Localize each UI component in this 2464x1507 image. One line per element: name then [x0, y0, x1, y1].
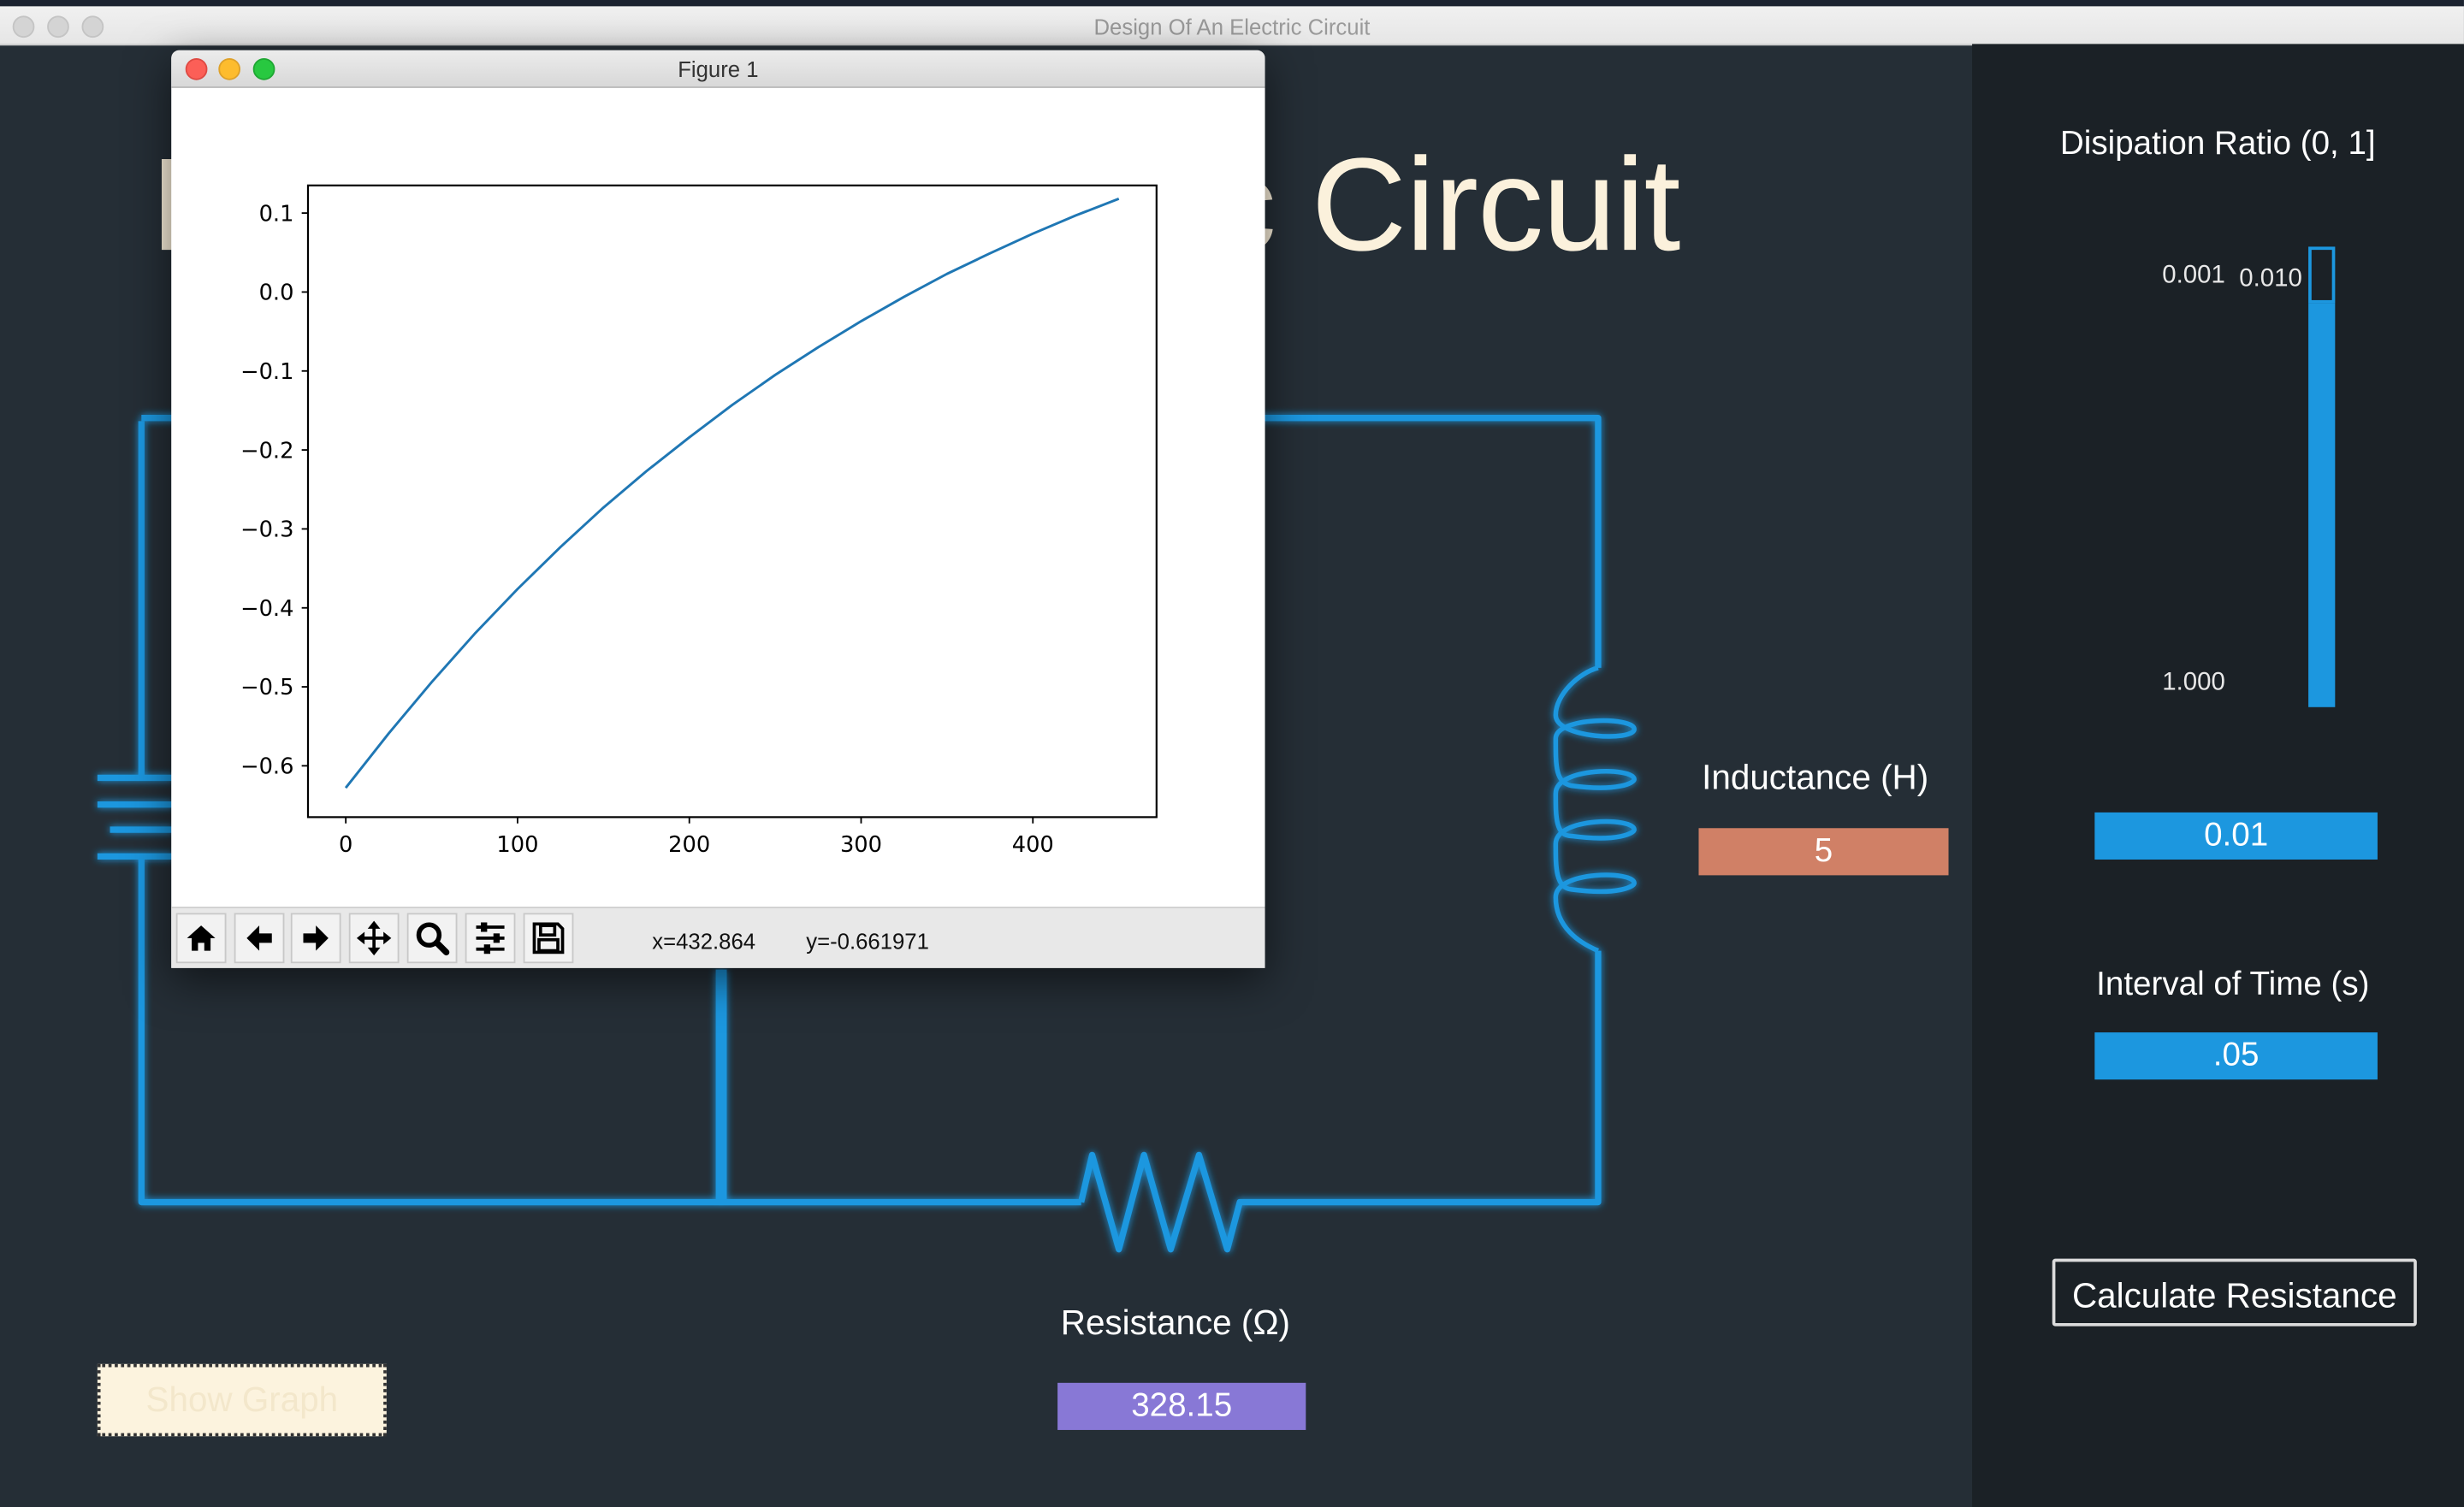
dissipation-ratio-label: Disipation Ratio (0, 1] — [2059, 125, 2376, 163]
y-tick-label: −0.4 — [240, 596, 293, 622]
x-tick-label: 400 — [1012, 832, 1054, 858]
inductor-symbol — [1553, 665, 1637, 954]
y-tick-label: −0.2 — [240, 438, 293, 464]
home-icon[interactable] — [175, 913, 227, 964]
y-tick-label: 0.0 — [259, 281, 294, 306]
figure-window: Figure 1 0 100 200 300 400 0.1 0.0 −0.1 −0.2 −0.3… — [171, 50, 1265, 968]
figure-toolbar: x=432.864 y=-0.661971 — [171, 907, 1265, 968]
inductance-label: Inductance (H) — [1702, 757, 1929, 797]
pan-icon[interactable] — [348, 913, 400, 964]
y-tick-label: −0.6 — [240, 754, 293, 780]
dissipation-slider[interactable] — [2308, 246, 2336, 707]
x-tick-label: 100 — [496, 832, 538, 858]
interval-label: Interval of Time (s) — [2096, 966, 2370, 1003]
resistance-field[interactable]: 328.15 — [1057, 1382, 1306, 1430]
resistance-label: Resistance (Ω) — [1060, 1303, 1291, 1343]
forward-arrow-icon[interactable] — [290, 913, 341, 964]
configure-subplots-icon[interactable] — [465, 913, 516, 964]
series-line — [344, 198, 1120, 789]
dissipation-slider-handle[interactable] — [2308, 246, 2336, 304]
zoom-icon[interactable] — [406, 913, 458, 964]
cursor-y-readout: y=-0.661971 — [806, 928, 929, 954]
calculate-resistance-button[interactable]: Calculate Resistance — [2052, 1258, 2417, 1327]
inductance-field[interactable]: 5 — [1698, 828, 1949, 876]
x-tick-label: 200 — [668, 832, 710, 858]
show-graph-button[interactable]: Show Graph — [97, 1363, 387, 1437]
x-tick-label: 300 — [840, 832, 882, 858]
figure-title: Figure 1 — [678, 56, 759, 82]
save-icon[interactable] — [523, 913, 574, 964]
x-tick-label: 0 — [339, 832, 352, 858]
slider-tick-label: 0.001 — [2162, 262, 2225, 290]
figure-titlebar: Figure 1 — [171, 50, 1265, 88]
resistor-symbol — [1078, 950, 1602, 1253]
y-tick-label: 0.1 — [259, 201, 294, 227]
cursor-x-readout: x=432.864 — [652, 928, 756, 954]
capacitor-symbol — [97, 774, 174, 860]
interval-field[interactable]: .05 — [2094, 1032, 2378, 1080]
slider-tick-label: 0.010 — [2239, 265, 2302, 293]
app-screen: Design Of An Electric Circuit Dc Circuit… — [0, 0, 2464, 1507]
y-tick-label: −0.3 — [240, 517, 293, 543]
y-tick-label: −0.1 — [240, 359, 293, 385]
back-arrow-icon[interactable] — [234, 913, 285, 964]
dissipation-field[interactable]: 0.01 — [2094, 812, 2378, 860]
plot-axes-frame — [306, 184, 1158, 819]
line-chart[interactable]: 0 100 200 300 400 0.1 0.0 −0.1 −0.2 −0.3 −0.4 −0.5 −… — [171, 88, 1265, 905]
slider-tick-label: 1.000 — [2162, 669, 2225, 696]
y-tick-label: −0.5 — [240, 675, 293, 700]
